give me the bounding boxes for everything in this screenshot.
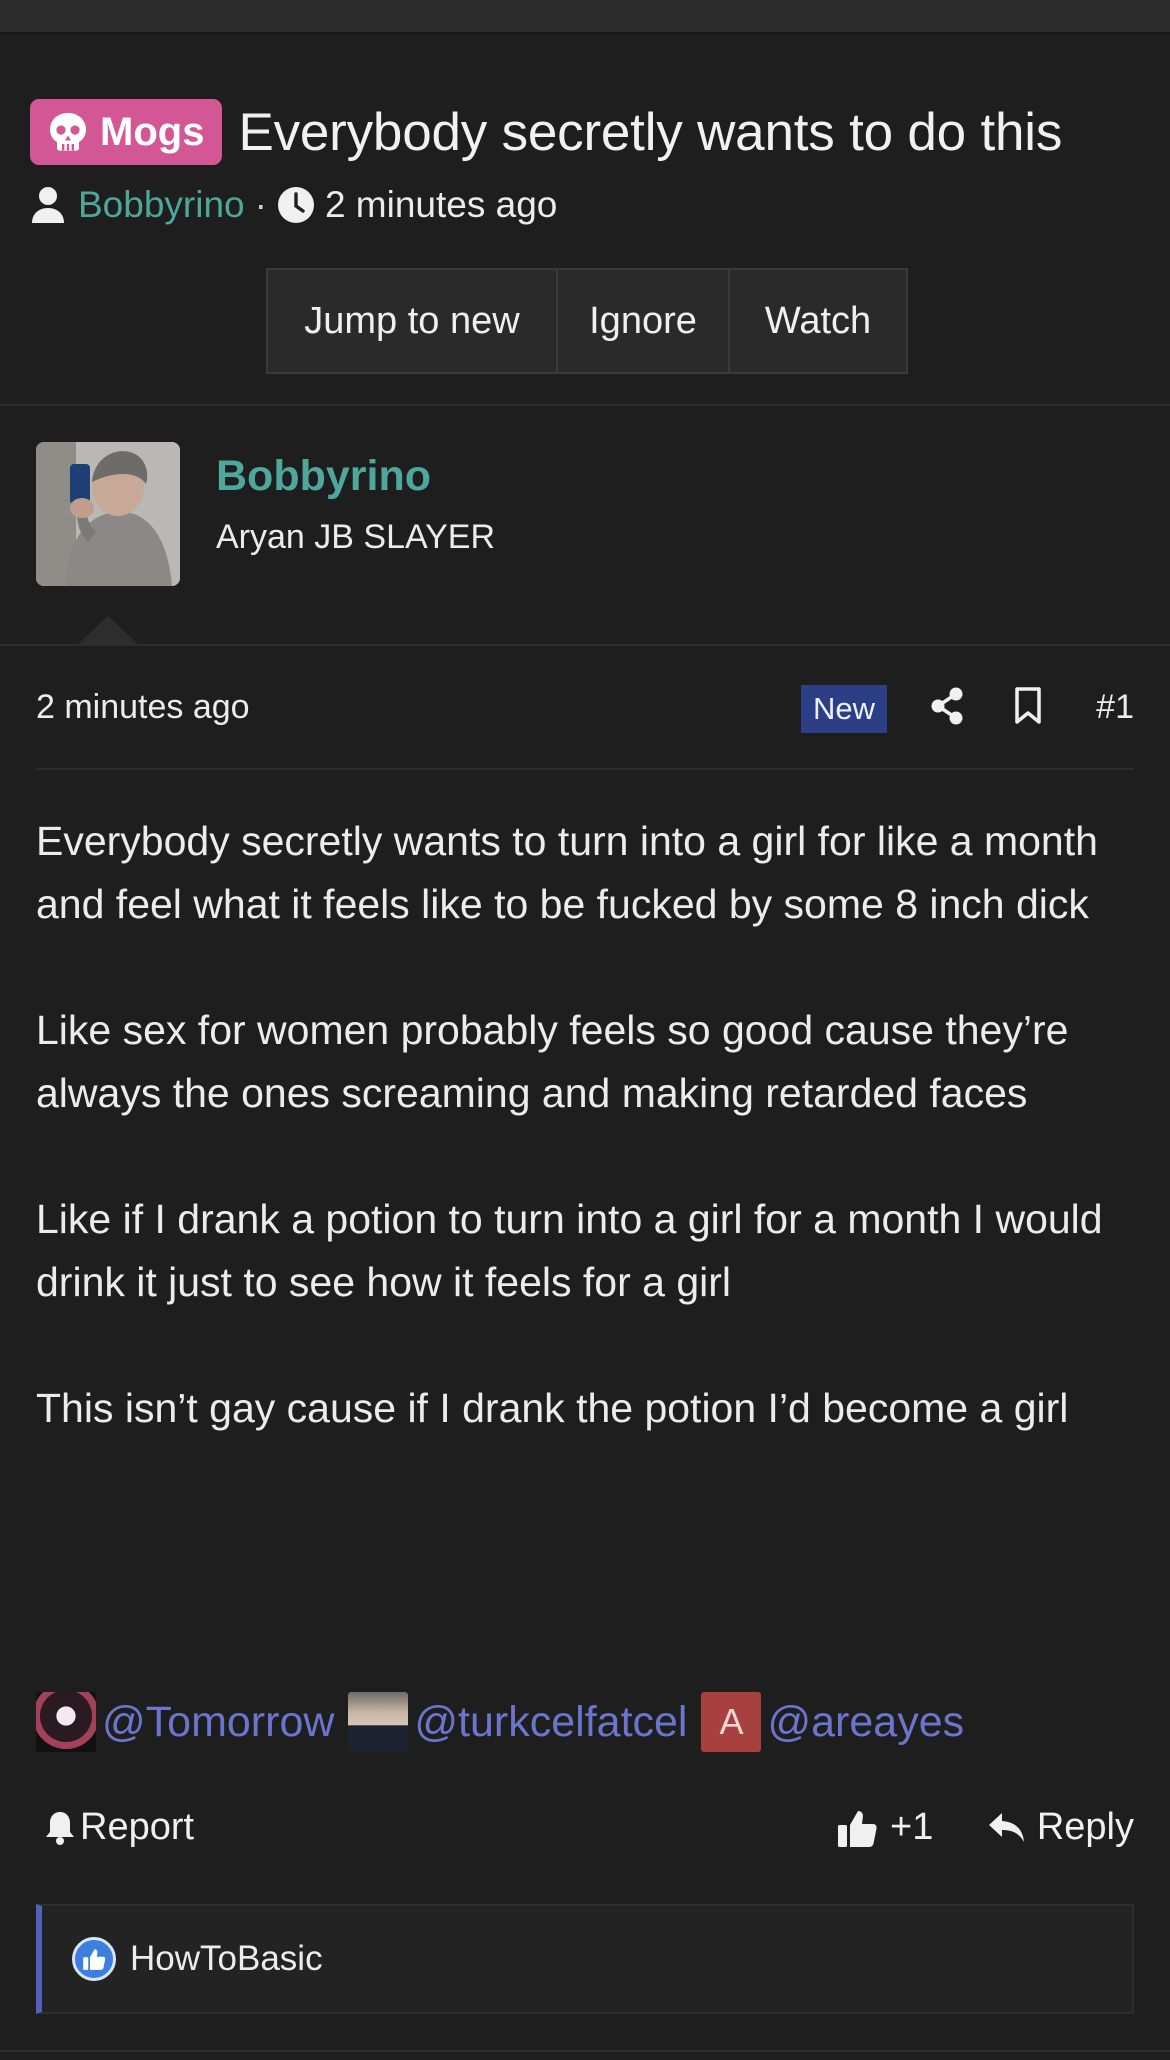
mention-avatar (348, 1692, 409, 1752)
user-icon (32, 187, 64, 223)
post-meta-row: 2 minutes ago New #1 (36, 680, 1134, 736)
mention-handle: @Tomorrow (102, 1697, 335, 1746)
reply-button[interactable]: Reply (987, 1806, 1134, 1849)
mention-turkcelfatcel[interactable]: @turkcelfatcel (348, 1692, 687, 1752)
thread-prefix-label: Mogs (100, 109, 205, 154)
user-title: Aryan JB SLAYER (216, 518, 496, 556)
mention-tomorrow[interactable]: @Tomorrow (36, 1692, 334, 1752)
divider (0, 2050, 1170, 2052)
report-button[interactable]: Report (44, 1806, 194, 1849)
divider (36, 768, 1134, 770)
post-number-link[interactable]: #1 (1096, 688, 1134, 727)
thread-meta: Bobbyrino · 2 minutes ago (30, 184, 557, 226)
reply-icon (988, 1812, 1024, 1842)
avatar-photo (36, 442, 180, 586)
new-badge: New (801, 685, 888, 733)
post-user-block: Bobbyrino Aryan JB SLAYER (0, 406, 1170, 646)
bell-icon (46, 1811, 74, 1845)
post-paragraph: Like if I drank a potion to turn into a … (36, 1196, 1103, 1305)
top-bar (0, 0, 1170, 34)
share-icon[interactable] (929, 686, 965, 726)
thread-start-time[interactable]: 2 minutes ago (325, 184, 557, 226)
thumbs-up-icon (838, 1810, 877, 1847)
post-paragraph: Like sex for women probably feels so goo… (36, 1007, 1069, 1116)
reply-label: Reply (1036, 1806, 1134, 1848)
mention-handle: @areayes (767, 1697, 965, 1746)
post-body: Everybody secretly wants to turn into a … (36, 810, 1146, 1440)
thread-title-row: Mogs Everybody secretly wants to do this (30, 98, 1062, 166)
message-arrow (76, 616, 140, 646)
skull-icon (50, 113, 86, 151)
mention-handle: @turkcelfatcel (414, 1697, 688, 1746)
jump-to-new-button[interactable]: Jump to new (266, 268, 558, 374)
mention-areayes[interactable]: A @areayes (701, 1692, 964, 1752)
report-label: Report (80, 1806, 195, 1848)
thread-title: Everybody secretly wants to do this (238, 102, 1063, 162)
clock-icon (277, 187, 314, 223)
post-paragraph: This isn’t gay cause if I drank the poti… (36, 1385, 1069, 1431)
thread-author-link[interactable]: Bobbyrino (78, 184, 245, 226)
ignore-button[interactable]: Ignore (556, 268, 730, 374)
post-actions: Report +1 Reply (36, 1798, 1134, 1862)
thread-prefix-badge[interactable]: Mogs (30, 99, 223, 165)
bookmark-icon[interactable] (1013, 686, 1043, 726)
like-button[interactable]: +1 (836, 1806, 933, 1849)
mention-avatar-letter: A (701, 1692, 762, 1752)
post-username[interactable]: Bobbyrino (216, 452, 431, 501)
like-count: +1 (890, 1806, 934, 1848)
meta-separator: · (254, 184, 267, 225)
thread-button-group: Jump to new Ignore Watch (266, 268, 908, 374)
reaction-user[interactable]: HowToBasic (130, 1939, 323, 1979)
divider (0, 644, 1170, 646)
watch-button[interactable]: Watch (728, 268, 908, 374)
like-reaction-icon (72, 1937, 116, 1981)
mention-avatar (36, 1692, 96, 1752)
mention-list: @Tomorrow @turkcelfatcel A @areayes (36, 1692, 978, 1752)
reactions-bar[interactable]: HowToBasic (36, 1904, 1134, 2014)
post-time[interactable]: 2 minutes ago (36, 688, 250, 727)
thread-header: Mogs Everybody secretly wants to do this… (0, 34, 1170, 406)
post-paragraph: Everybody secretly wants to turn into a … (36, 818, 1098, 927)
avatar[interactable] (36, 442, 180, 586)
